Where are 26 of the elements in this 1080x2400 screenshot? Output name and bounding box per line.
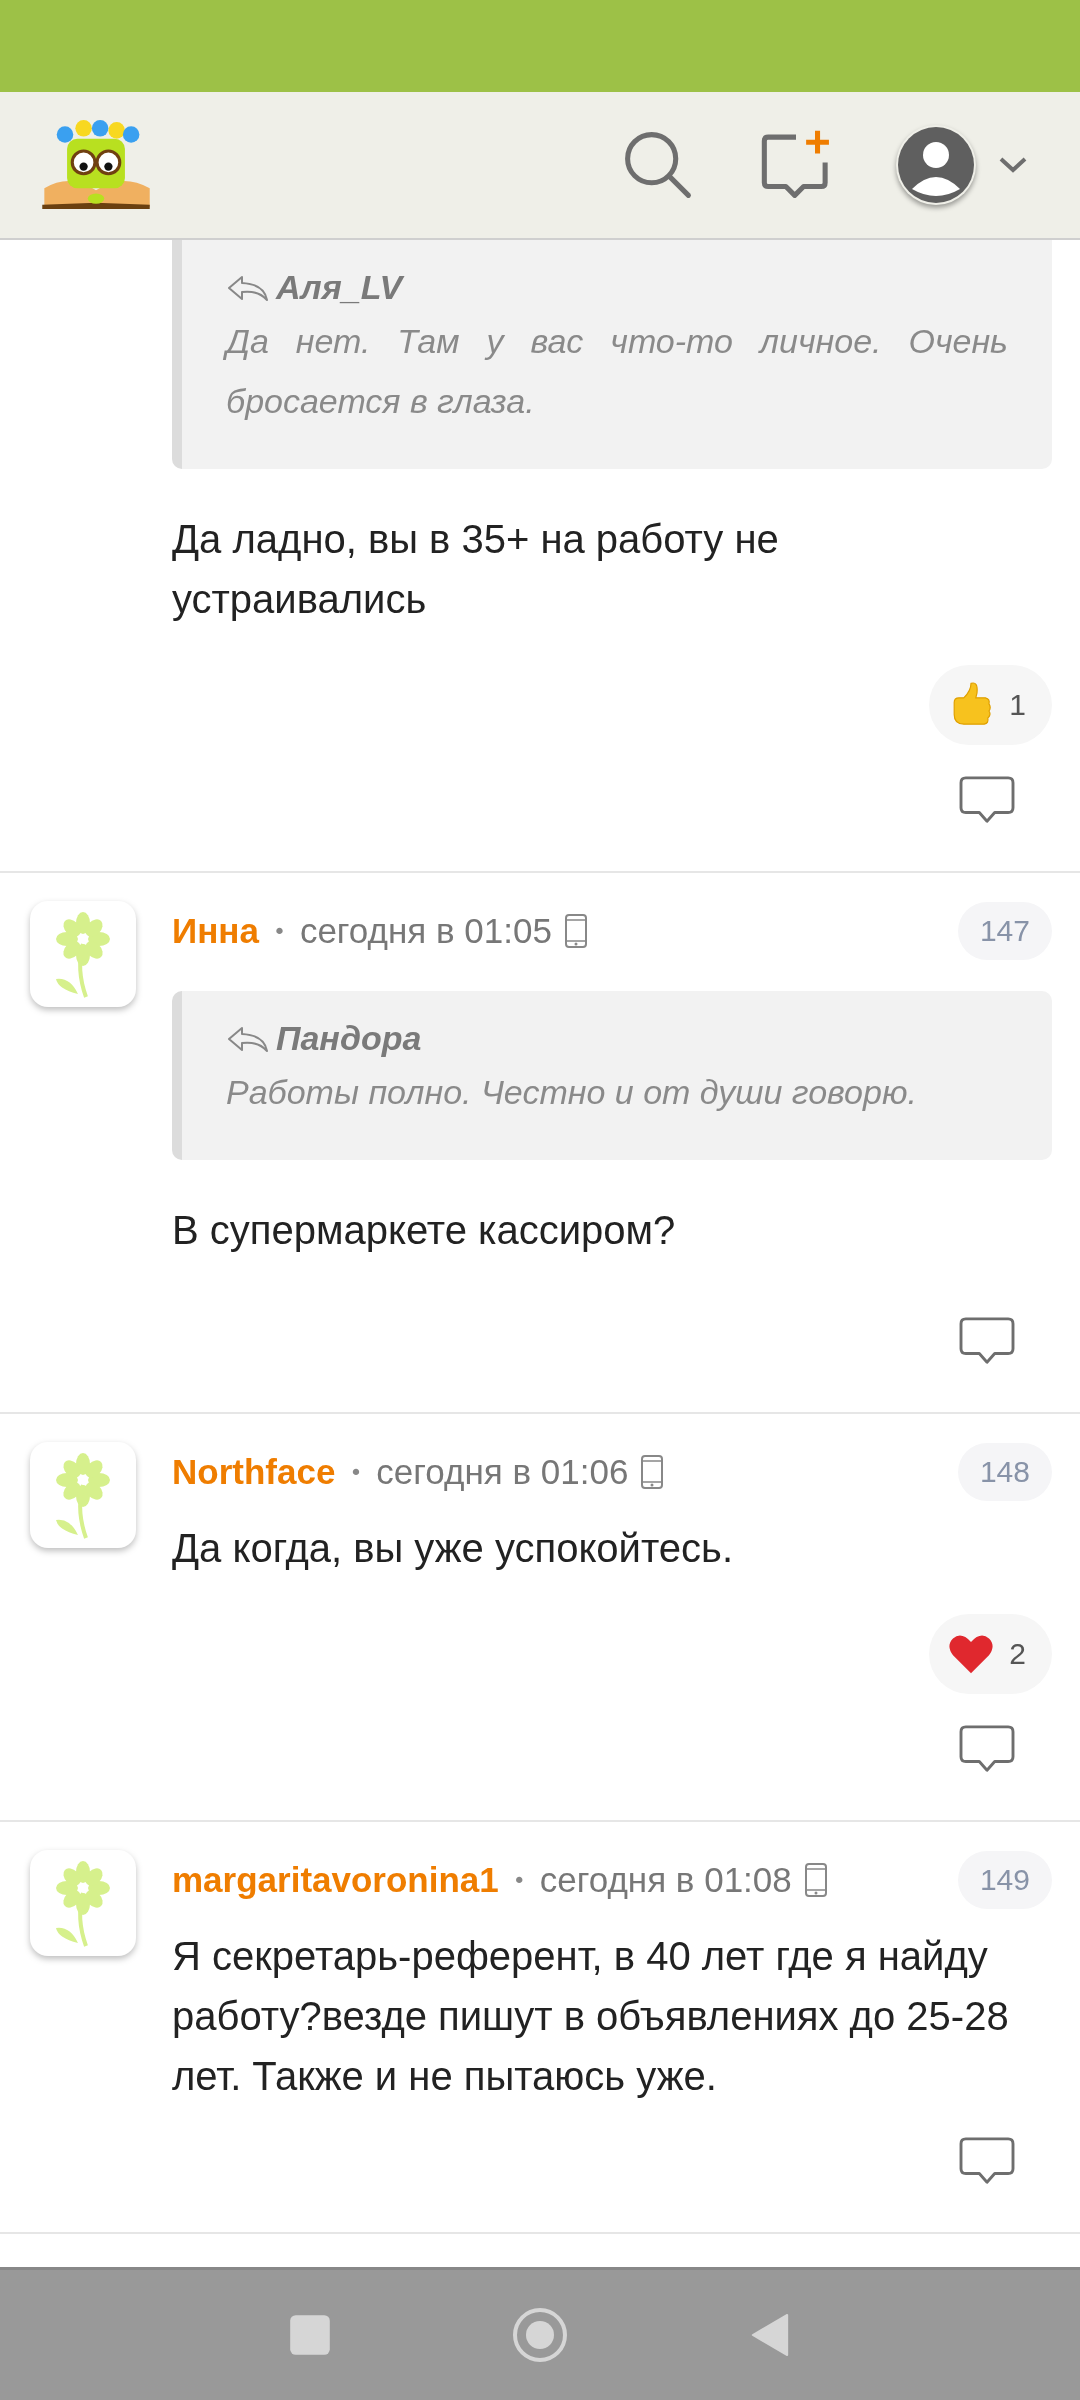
quote-author: Аля_LV — [276, 268, 403, 307]
reaction-chip[interactable]: 2 — [929, 1614, 1052, 1694]
phone-icon — [803, 1862, 828, 1898]
quote-author: Пандора — [276, 1019, 422, 1058]
chevron-down-icon[interactable] — [998, 155, 1028, 175]
profile-icon[interactable] — [896, 125, 976, 205]
author-name[interactable]: Инна — [172, 911, 259, 951]
reaction-chip[interactable]: 1 — [929, 665, 1052, 745]
separator-dot: • — [272, 918, 286, 944]
comment-text: Да ладно, вы в 35+ на работу не устраивались — [172, 516, 780, 623]
quote-text: Работы полно. Честно и от души говорю. — [226, 1072, 918, 1113]
phone-icon — [640, 1454, 665, 1490]
comment-text: В супермаркете кассиром? — [172, 1207, 677, 1254]
comment-number: 147 — [957, 902, 1052, 960]
comment-time: сегодня в 01:06 — [376, 1452, 629, 1492]
author-name[interactable]: Northface — [172, 1452, 336, 1492]
separator-dot: • — [512, 1867, 526, 1893]
phone-icon — [563, 913, 588, 949]
comment-text: Я секретарь-референт, в 40 лет где я найду работу?везде пишут в объявлениях до 25-28 лет. Также и не пытаюсь уже. — [172, 1933, 1010, 2100]
comment-text: Да когда, вы уже успокойтесь. — [172, 1525, 734, 1572]
author-name[interactable]: margaritavoronina1 — [172, 1860, 499, 1900]
separator-dot: • — [349, 1459, 363, 1485]
comment-number: 148 — [957, 1443, 1052, 1501]
comment-time: сегодня в 01:08 — [539, 1860, 792, 1900]
comment-time: сегодня в 01:05 — [299, 911, 552, 951]
comment-number: 149 — [957, 1851, 1052, 1909]
